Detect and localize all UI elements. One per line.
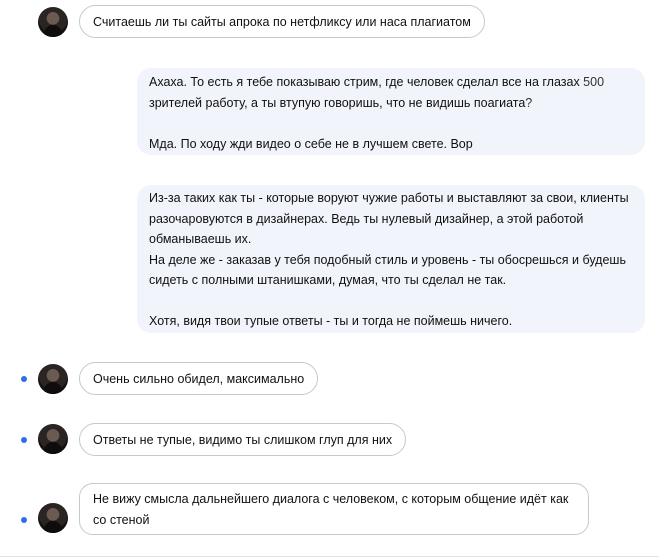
message-paragraph: Из-за таких как ты - которые воруют чужи… [149,191,629,246]
message-paragraph: На деле же - заказав у тебя подобный сти… [149,252,626,288]
incoming-message: Не вижу смысла дальнейшего диалога с чел… [79,483,589,535]
message-number: 500 [583,75,605,89]
incoming-message: Считаешь ли ты сайты апрока по нетфликсу… [79,5,485,38]
outgoing-message: Ахаха. То есть я тебе показываю стрим, г… [137,68,645,155]
incoming-message: Очень сильно обидел, максимально [79,362,319,395]
unread-indicator-dot [21,376,27,382]
avatar[interactable] [38,364,68,394]
message-text: Считаешь ли ты сайты апрока по нетфликсу… [93,15,471,29]
message-text: зрителей работу, а ты втупую говоришь, ч… [149,95,526,110]
avatar[interactable] [38,503,68,533]
message-paragraph: Хотя, видя твои тупые ответы - ты и тогд… [149,314,513,328]
message-text: Очень сильно обидел, максимально [93,372,305,386]
outgoing-message: Из-за таких как ты - которые воруют чужи… [137,185,645,333]
message-punctuation: ? [525,95,533,110]
message-text: Мда. По ходу жди видео о себе не в лучше… [149,136,473,151]
unread-indicator-dot [21,437,27,443]
unread-indicator-dot [21,517,27,523]
message-text: Не вижу смысла дальнейшего диалога с чел… [93,492,569,527]
avatar[interactable] [38,7,68,37]
message-text: Ответы не тупые, видимо ты слишком глуп … [93,433,393,447]
message-text: Ахаха. То есть я тебе показываю стрим, г… [149,75,584,89]
avatar[interactable] [38,424,68,454]
incoming-message: Ответы не тупые, видимо ты слишком глуп … [79,423,407,456]
